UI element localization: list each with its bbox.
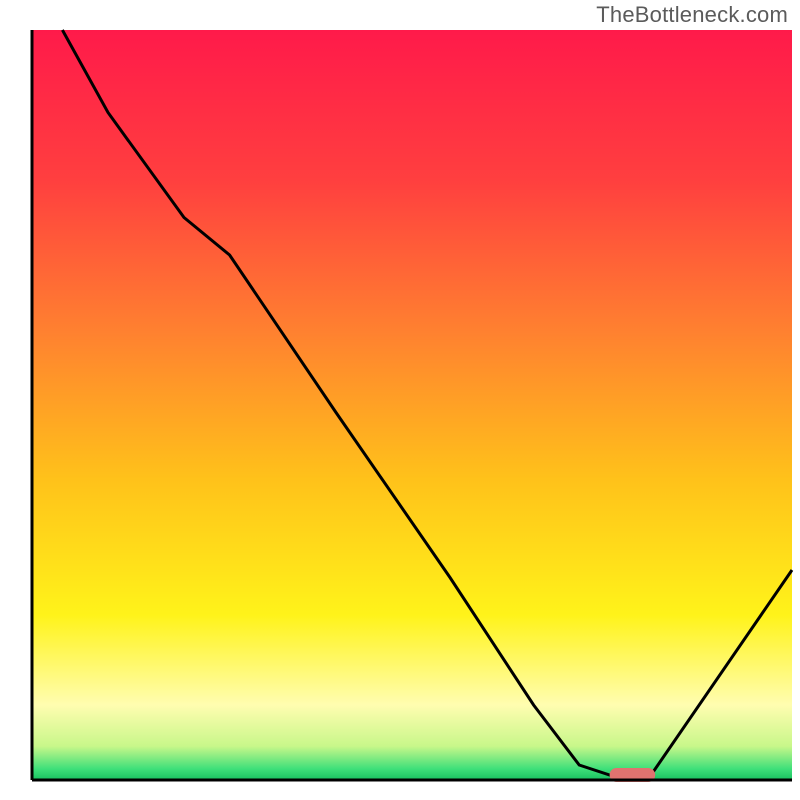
chart-container: TheBottleneck.com bbox=[0, 0, 800, 800]
gradient-background bbox=[32, 30, 792, 780]
watermark-text: TheBottleneck.com bbox=[596, 2, 788, 28]
bottleneck-chart bbox=[0, 0, 800, 800]
